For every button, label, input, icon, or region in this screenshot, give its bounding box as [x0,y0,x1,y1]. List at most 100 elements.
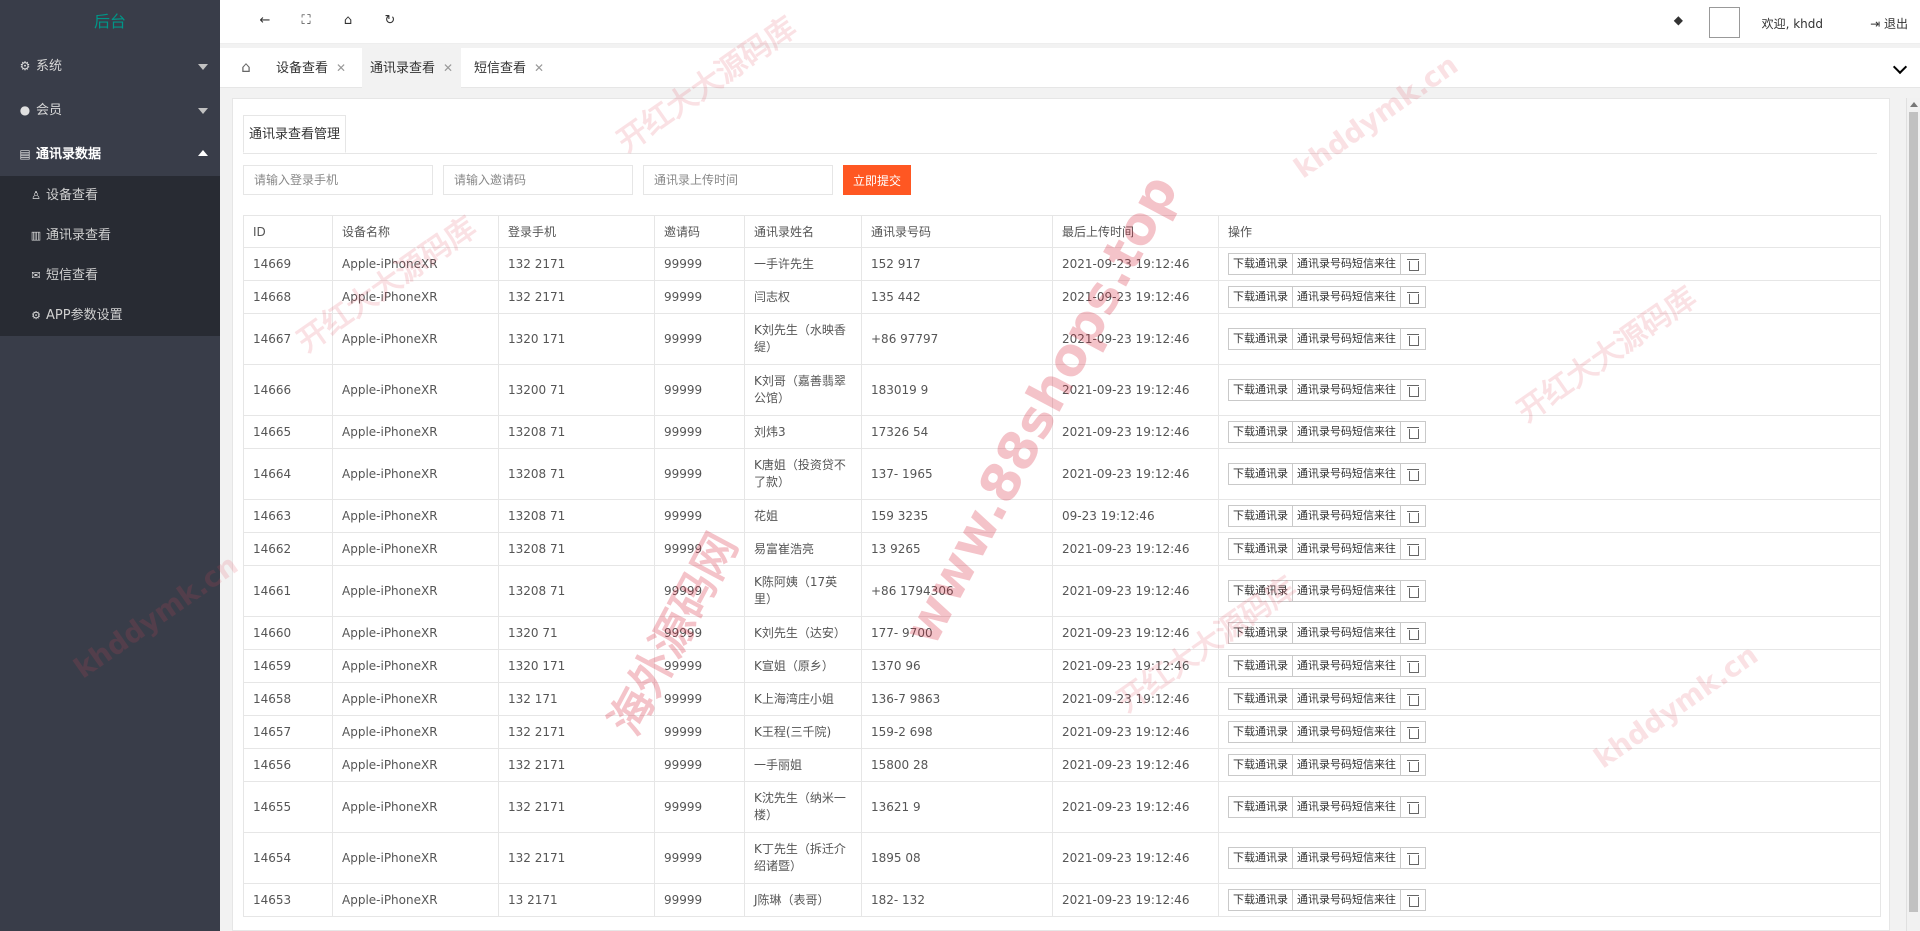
download-contacts-button[interactable]: 下载通讯录 [1228,463,1293,485]
download-contacts-button[interactable]: 下载通讯录 [1228,889,1293,911]
welcome-text[interactable]: 欢迎, khdd [1762,15,1823,32]
contacts-sms-button[interactable]: 通讯录号码短信来往 [1292,688,1401,710]
tab-sms-view[interactable]: 短信查看 ✕ [466,48,552,88]
logo[interactable]: 后台 [0,0,220,44]
contacts-sms-button[interactable]: 通讯录号码短信来往 [1292,847,1401,869]
cell-code: 99999 [654,532,745,566]
sidebar-subitem-contacts-view[interactable]: ▥ 通讯录查看 [0,216,220,256]
invite-code-input[interactable] [443,165,633,195]
trash-icon[interactable] [1400,328,1426,350]
home-icon[interactable]: ⌂ [236,57,256,77]
trash-icon[interactable] [1400,847,1426,869]
cell-code: 99999 [654,565,745,617]
cell-phone: 132 2171 [498,748,655,782]
tab-device-view[interactable]: 设备查看 ✕ [268,48,354,88]
tab-bar: ⌂ 设备查看 ✕ 通讯录查看 ✕ 短信查看 ✕ [220,48,1920,88]
contacts-sms-button[interactable]: 通讯录号码短信来往 [1292,580,1401,602]
scrollbar-thumb[interactable] [1909,112,1918,912]
trash-icon[interactable] [1400,721,1426,743]
download-contacts-button[interactable]: 下载通讯录 [1228,622,1293,644]
cell-time: 2021-09-23 19:12:46 [1052,832,1219,884]
sidebar-subitem-sms-view[interactable]: ✉ 短信查看 [0,256,220,296]
sidebar-item-label: 系统 [36,59,63,74]
avatar[interactable] [1709,7,1740,38]
download-contacts-button[interactable]: 下载通讯录 [1228,721,1293,743]
cell-time: 2021-09-23 19:12:46 [1052,247,1219,281]
back-arrow-icon[interactable]: ← [255,11,275,31]
trash-icon[interactable] [1400,796,1426,818]
contacts-sms-button[interactable]: 通讯录号码短信来往 [1292,655,1401,677]
cell-number: 152 917 [861,247,1053,281]
trash-icon[interactable] [1400,463,1426,485]
refresh-icon[interactable]: ↻ [380,11,400,31]
trash-icon[interactable] [1400,622,1426,644]
contacts-sms-button[interactable]: 通讯录号码短信来往 [1292,622,1401,644]
trash-icon[interactable] [1400,286,1426,308]
download-contacts-button[interactable]: 下载通讯录 [1228,328,1293,350]
cell-id: 14658 [243,682,333,716]
logout-button[interactable]: ⇥ 退出 [1870,15,1908,32]
trash-icon[interactable] [1400,754,1426,776]
download-contacts-button[interactable]: 下载通讯录 [1228,379,1293,401]
cell-name: K王程(三千院) [744,715,862,749]
phone-search-input[interactable] [243,165,433,195]
contacts-sms-button[interactable]: 通讯录号码短信来往 [1292,721,1401,743]
trash-icon[interactable] [1400,379,1426,401]
download-contacts-button[interactable]: 下载通讯录 [1228,538,1293,560]
tag-icon[interactable]: ◆ [1674,13,1683,27]
trash-icon[interactable] [1400,688,1426,710]
download-contacts-button[interactable]: 下载通讯录 [1228,421,1293,443]
upload-time-input[interactable] [643,165,833,195]
sidebar-subitem-app-settings[interactable]: ⚙ APP参数设置 [0,296,220,336]
download-contacts-button[interactable]: 下载通讯录 [1228,796,1293,818]
download-contacts-button[interactable]: 下载通讯录 [1228,655,1293,677]
sidebar-item-contacts-data[interactable]: ▤ 通讯录数据 [0,132,220,176]
download-contacts-button[interactable]: 下载通讯录 [1228,253,1293,275]
trash-icon[interactable] [1400,580,1426,602]
close-icon[interactable]: ✕ [336,61,346,75]
contacts-sms-button[interactable]: 通讯录号码短信来往 [1292,538,1401,560]
contacts-sms-button[interactable]: 通讯录号码短信来往 [1292,379,1401,401]
column-header: ID [243,215,333,248]
chevron-down-icon[interactable] [1894,60,1908,74]
close-icon[interactable]: ✕ [534,61,544,75]
contacts-sms-button[interactable]: 通讯录号码短信来往 [1292,796,1401,818]
vertical-scrollbar[interactable] [1906,98,1920,931]
contacts-sms-button[interactable]: 通讯录号码短信来往 [1292,421,1401,443]
fullscreen-icon[interactable]: ⛶ [296,11,316,31]
contacts-sms-button[interactable]: 通讯录号码短信来往 [1292,328,1401,350]
download-contacts-button[interactable]: 下载通讯录 [1228,505,1293,527]
trash-icon[interactable] [1400,505,1426,527]
sidebar-subitem-device-view[interactable]: ♙ 设备查看 [0,176,220,216]
cell-name: K唐姐（投资贷不了款） [744,448,862,500]
download-contacts-button[interactable]: 下载通讯录 [1228,688,1293,710]
contacts-sms-button[interactable]: 通讯录号码短信来往 [1292,889,1401,911]
trash-icon[interactable] [1400,655,1426,677]
close-icon[interactable]: ✕ [443,61,453,75]
contacts-sms-button[interactable]: 通讯录号码短信来往 [1292,754,1401,776]
trash-icon[interactable] [1400,421,1426,443]
bank-icon[interactable]: ⌂ [338,11,358,31]
trash-icon[interactable] [1400,253,1426,275]
cell-number: 13621 9 [861,781,1053,833]
scroll-up-icon[interactable] [1910,102,1918,107]
download-contacts-button[interactable]: 下载通讯录 [1228,580,1293,602]
sidebar-item-system[interactable]: ⚙ 系统 [0,44,220,88]
trash-icon[interactable] [1400,889,1426,911]
contacts-sms-button[interactable]: 通讯录号码短信来往 [1292,286,1401,308]
cell-actions: 下载通讯录 通讯录号码短信来往 [1218,748,1881,782]
download-contacts-button[interactable]: 下载通讯录 [1228,286,1293,308]
contacts-sms-button[interactable]: 通讯录号码短信来往 [1292,505,1401,527]
contacts-sms-button[interactable]: 通讯录号码短信来往 [1292,253,1401,275]
cell-code: 99999 [654,364,745,416]
sidebar-item-members[interactable]: ● 会员 [0,88,220,132]
submit-button[interactable]: 立即提交 [843,165,911,195]
trash-icon[interactable] [1400,538,1426,560]
chevron-down-icon [198,64,208,70]
tab-contacts-view[interactable]: 通讯录查看 ✕ [362,48,462,88]
cell-code: 99999 [654,883,745,917]
download-contacts-button[interactable]: 下载通讯录 [1228,847,1293,869]
contacts-sms-button[interactable]: 通讯录号码短信来往 [1292,463,1401,485]
panel-title-tab[interactable]: 通讯录查看管理 [243,115,347,153]
download-contacts-button[interactable]: 下载通讯录 [1228,754,1293,776]
